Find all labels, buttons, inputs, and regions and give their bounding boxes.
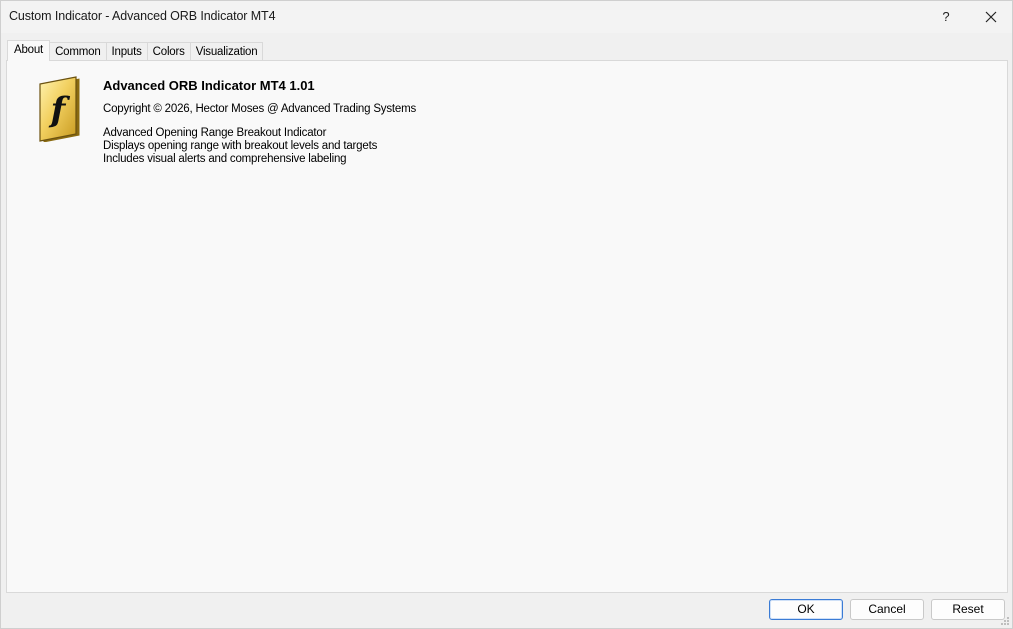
about-panel: f Advanced ORB Indicator MT4 1.01 Copyri… <box>6 60 1008 593</box>
indicator-name: Advanced ORB Indicator MT4 1.01 <box>103 78 315 93</box>
window-title: Custom Indicator - Advanced ORB Indicato… <box>9 9 276 23</box>
tab-strip: About Common Inputs Colors Visualization <box>7 40 264 61</box>
description-line: Includes visual alerts and comprehensive… <box>103 153 347 165</box>
description-line: Displays opening range with breakout lev… <box>103 140 378 152</box>
dialog-window: Custom Indicator - Advanced ORB Indicato… <box>0 0 1013 629</box>
function-f-icon: f <box>39 76 80 142</box>
ok-button[interactable]: OK <box>769 599 843 620</box>
description: Advanced Opening Range Breakout Indicato… <box>103 127 377 166</box>
close-icon <box>985 11 997 23</box>
copyright-text: Copyright © 2026, Hector Moses @ Advance… <box>103 103 417 115</box>
tab-colors[interactable]: Colors <box>146 42 191 61</box>
tab-common[interactable]: Common <box>49 42 107 61</box>
cancel-button[interactable]: Cancel <box>850 599 924 620</box>
tab-visualization[interactable]: Visualization <box>189 42 264 61</box>
resize-grip-icon[interactable] <box>1000 616 1010 626</box>
close-button[interactable] <box>975 4 1007 30</box>
title-bar[interactable]: Custom Indicator - Advanced ORB Indicato… <box>1 1 1012 33</box>
description-line: Advanced Opening Range Breakout Indicato… <box>103 127 327 139</box>
tab-inputs[interactable]: Inputs <box>105 42 148 61</box>
help-button[interactable]: ? <box>931 4 961 30</box>
reset-button[interactable]: Reset <box>931 599 1005 620</box>
tab-about[interactable]: About <box>7 40 51 61</box>
